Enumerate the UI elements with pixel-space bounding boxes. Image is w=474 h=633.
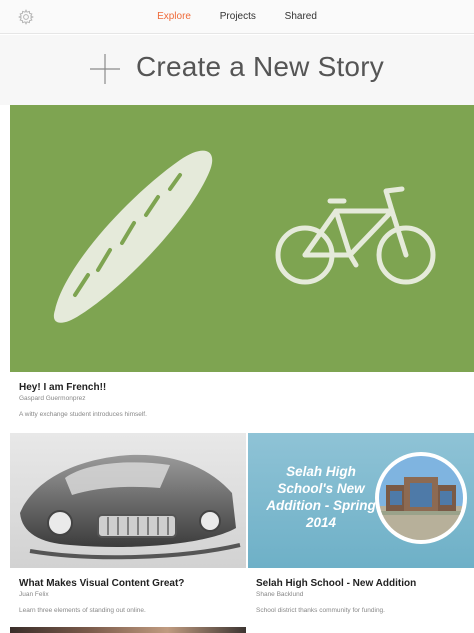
tab-projects[interactable]: Projects bbox=[220, 11, 256, 22]
car-illustration bbox=[20, 454, 241, 560]
story-title: What Makes Visual Content Great? bbox=[19, 578, 185, 589]
story-cover-selah-high[interactable]: Selah High School's New Addition - Sprin… bbox=[248, 433, 474, 568]
story-description: Learn three elements of standing out onl… bbox=[19, 607, 146, 614]
story-description: School district thanks community for fun… bbox=[256, 607, 385, 614]
story-author: Gaspard Guermonprez bbox=[19, 395, 86, 402]
story-info-visual-content[interactable]: What Makes Visual Content Great? Juan Fe… bbox=[19, 578, 239, 614]
plus-icon bbox=[90, 54, 120, 84]
bicycle-illustration bbox=[275, 186, 436, 285]
tab-explore[interactable]: Explore bbox=[157, 11, 191, 22]
story-author: Juan Felix bbox=[19, 591, 49, 598]
story-title: Selah High School - New Addition bbox=[256, 578, 417, 589]
tab-shared[interactable]: Shared bbox=[285, 11, 317, 22]
school-photo-circle bbox=[375, 452, 467, 544]
nav-tabs: Explore Projects Shared bbox=[0, 11, 474, 22]
next-story-cover-partial[interactable] bbox=[10, 627, 246, 633]
featured-story-cover[interactable] bbox=[10, 105, 474, 372]
cover-title-text: Selah High School's New Addition - Sprin… bbox=[266, 464, 376, 530]
story-cover-visual-content[interactable] bbox=[10, 433, 246, 568]
story-info-selah-high[interactable]: Selah High School - New Addition Shane B… bbox=[256, 578, 471, 614]
top-nav-bar: Explore Projects Shared bbox=[0, 0, 474, 34]
baguette-illustration bbox=[53, 150, 213, 323]
featured-cover-art bbox=[53, 150, 436, 323]
create-new-story-label: Create a New Story bbox=[136, 51, 384, 82]
featured-story-info[interactable]: Hey! I am French!! Gaspard Guermonprez A… bbox=[19, 382, 459, 418]
story-title: Hey! I am French!! bbox=[19, 382, 107, 393]
story-author: Shane Backlund bbox=[256, 591, 304, 598]
create-new-story-button[interactable]: Create a New Story bbox=[0, 35, 474, 105]
story-description: A witty exchange student introduces hims… bbox=[19, 411, 147, 418]
